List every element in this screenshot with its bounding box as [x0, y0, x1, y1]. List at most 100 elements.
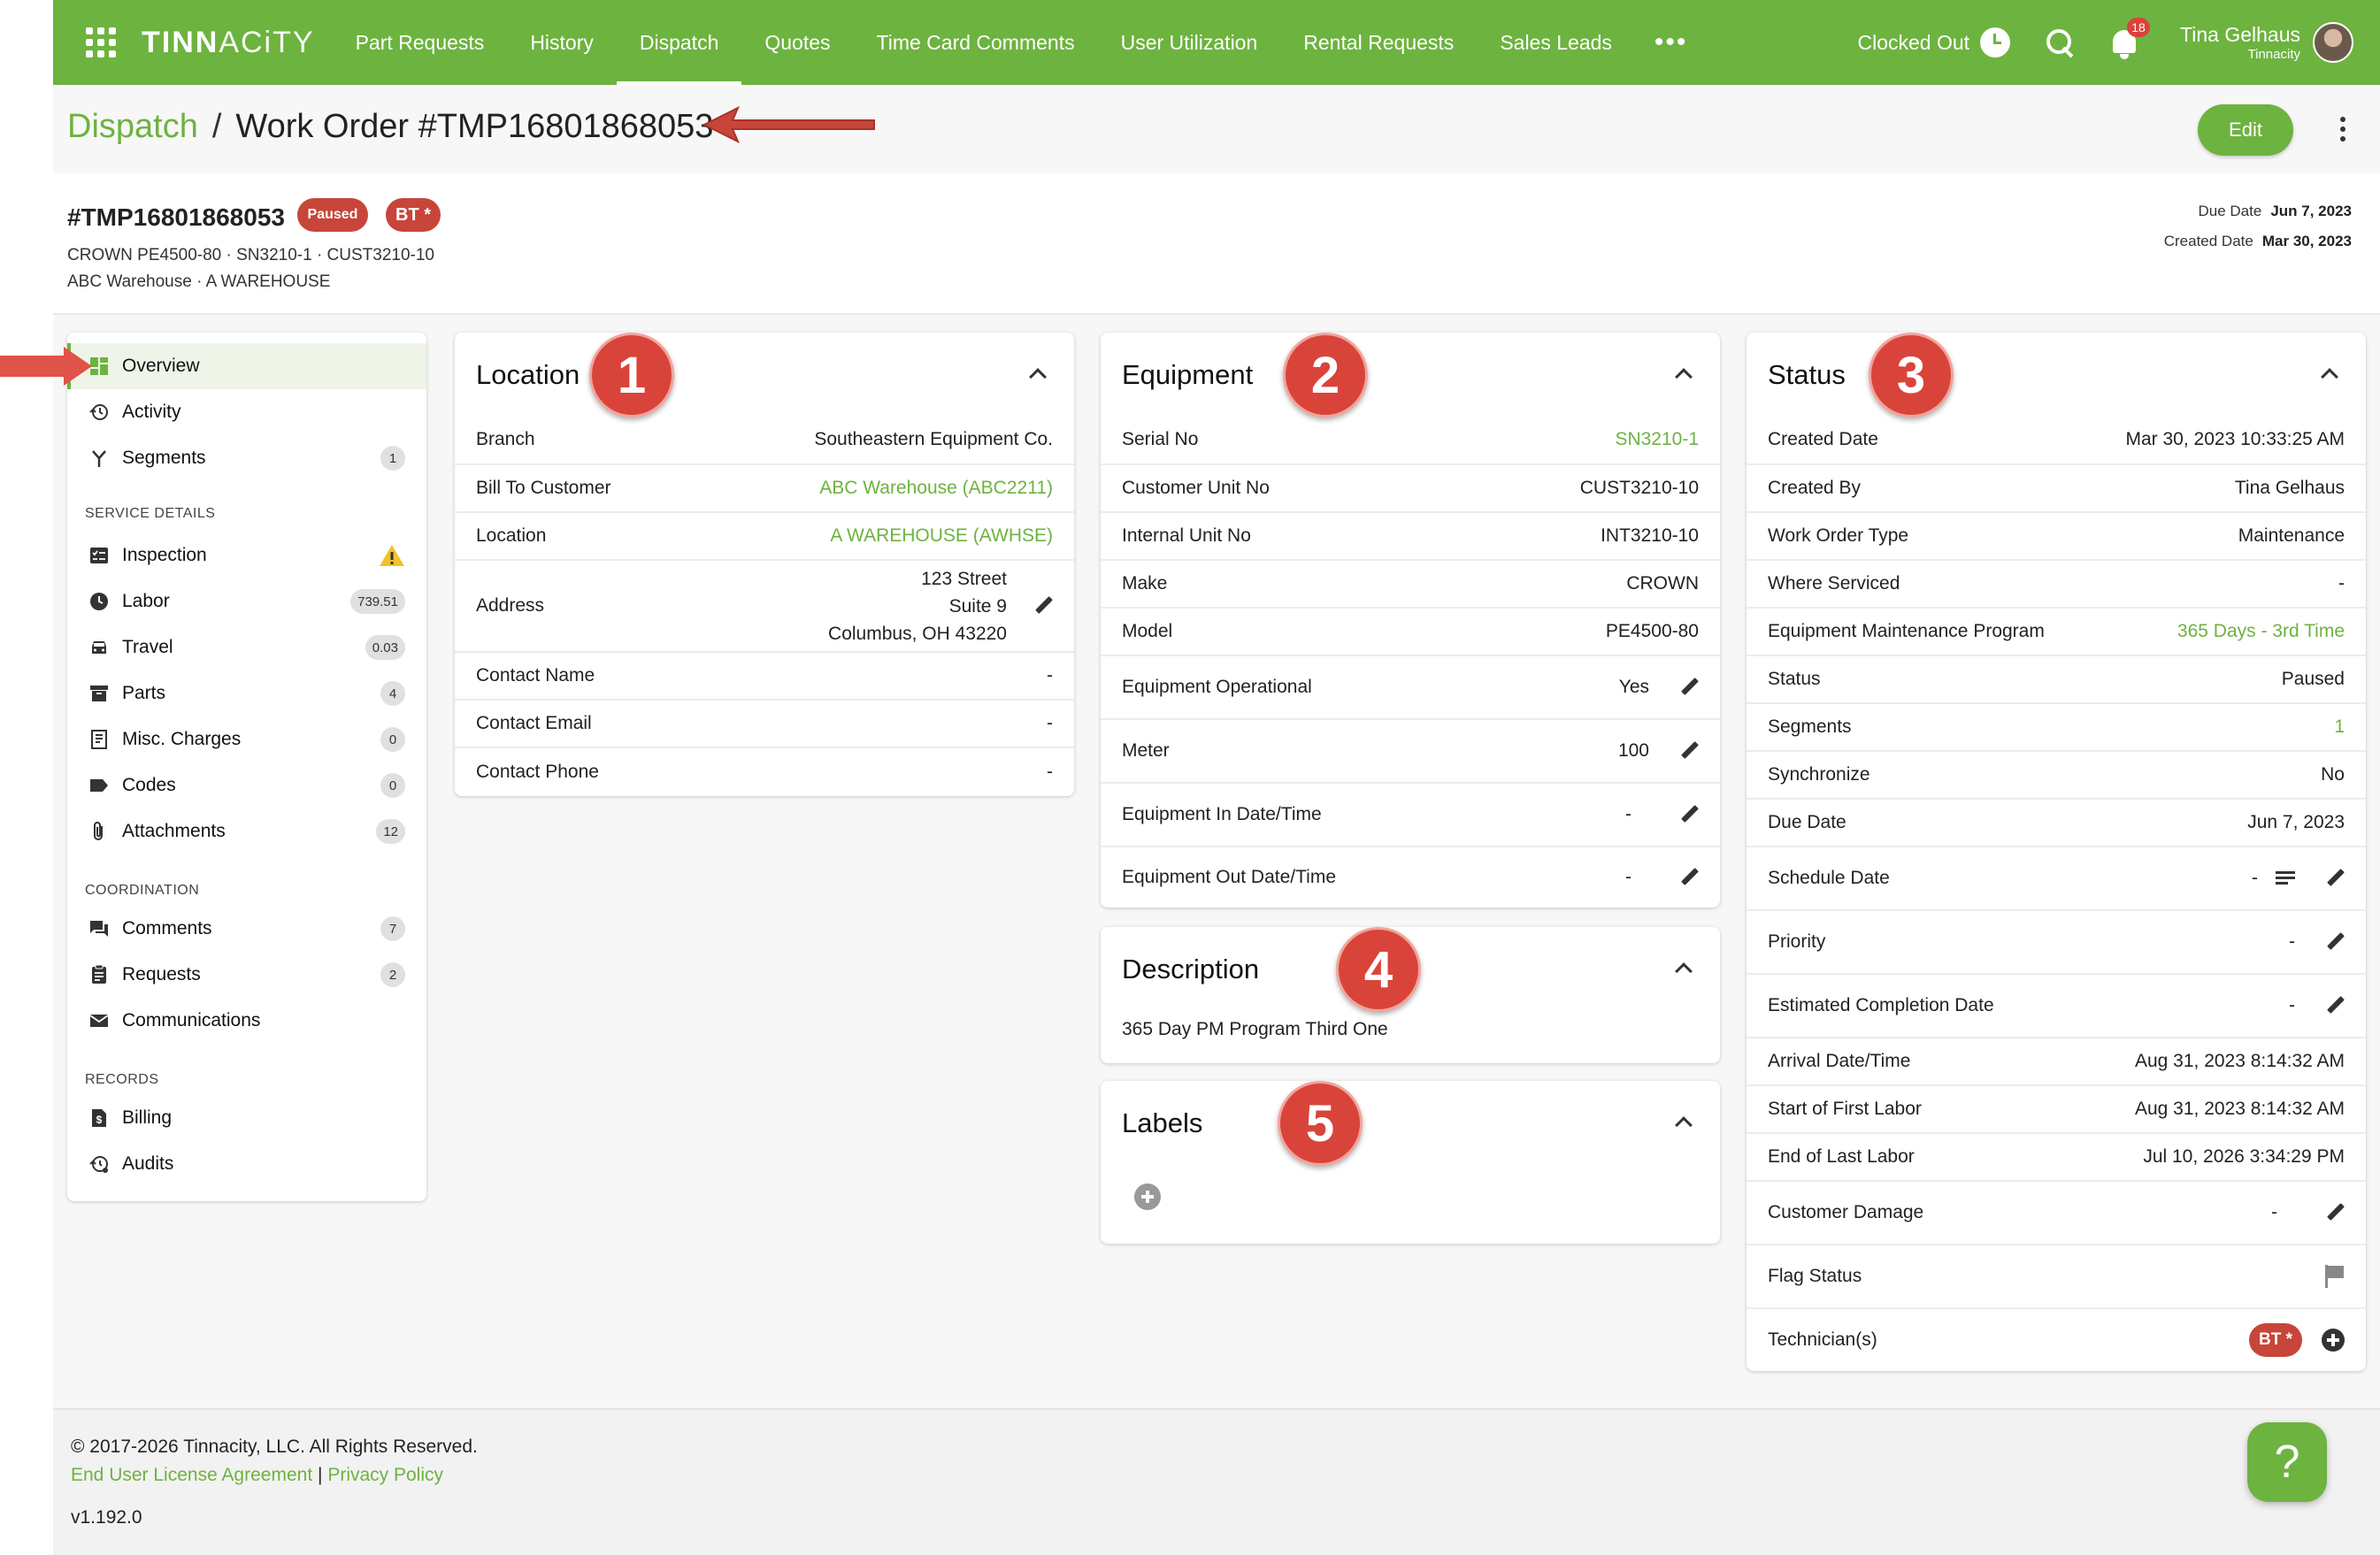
row-label: Priority [1768, 931, 1826, 952]
more-options-icon[interactable] [2332, 111, 2353, 147]
travel-hours-badge: 0.03 [365, 635, 405, 660]
sidebar-item-travel[interactable]: Travel 0.03 [67, 624, 426, 670]
row-label: Estimated Completion Date [1768, 995, 1994, 1015]
app-root: TINNACiTY Part Requests History Dispatch… [53, 0, 2380, 1555]
sidebar-item-attachments[interactable]: Attachments 12 [67, 808, 426, 854]
row-value: Maintenance [2238, 525, 2345, 546]
technician-badge[interactable]: BT * [386, 198, 441, 232]
sidebar-item-misc-charges[interactable]: Misc. Charges 0 [67, 716, 426, 762]
nav-history[interactable]: History [507, 0, 617, 85]
help-button[interactable]: ? [2247, 1422, 2327, 1502]
maintenance-program-link[interactable]: 365 Days - 3rd Time [2177, 621, 2345, 642]
edit-button[interactable]: Edit [2198, 104, 2293, 156]
search-icon[interactable] [2042, 25, 2077, 60]
location-row: Contact Name - [455, 651, 1074, 699]
add-label-icon[interactable] [1134, 1183, 1161, 1210]
footer-links: End User License Agreement | Privacy Pol… [71, 1465, 443, 1486]
sidebar-item-overview[interactable]: Overview [67, 343, 426, 389]
clock-status[interactable]: Clocked Out [1857, 31, 1969, 55]
serial-no-link[interactable]: SN3210-1 [1615, 429, 1699, 450]
add-technician-icon[interactable] [2322, 1329, 2345, 1352]
collapse-chevron-icon[interactable] [2318, 363, 2339, 384]
row-label: Contact Name [476, 665, 595, 686]
annotation-number-badge: 2 [1283, 333, 1368, 417]
app-version: v1.192.0 [71, 1507, 142, 1528]
sidebar-item-audits[interactable]: Audits [67, 1141, 426, 1187]
created-date-label: Created Date [2163, 233, 2253, 249]
collapse-chevron-icon[interactable] [1672, 1111, 1693, 1132]
status-badge: Paused [297, 198, 368, 232]
clock-icon [90, 593, 108, 610]
status-row: Priority - [1747, 909, 2366, 973]
row-label: Synchronize [1768, 764, 1870, 785]
row-value: - [2271, 1202, 2277, 1222]
nav-dispatch[interactable]: Dispatch [616, 0, 742, 85]
collapse-chevron-icon[interactable] [1672, 957, 1693, 978]
annotation-number-badge: 3 [1869, 333, 1954, 417]
row-value: INT3210-10 [1601, 525, 1699, 546]
sidebar-item-billing[interactable]: $ Billing [67, 1095, 426, 1141]
sidebar-item-comments[interactable]: Comments 7 [67, 906, 426, 952]
collapse-chevron-icon[interactable] [1026, 363, 1048, 384]
status-row: Technician(s) BT * [1747, 1307, 2366, 1371]
status-row: Customer Damage - [1747, 1180, 2366, 1244]
edit-pencil-icon[interactable] [2325, 932, 2345, 952]
edit-pencil-icon[interactable] [2325, 1203, 2345, 1222]
flag-icon[interactable] [2323, 1265, 2345, 1288]
sidebar-item-parts[interactable]: Parts 4 [67, 670, 426, 716]
comments-count-badge: 7 [380, 916, 405, 941]
nav-part-requests[interactable]: Part Requests [333, 0, 508, 85]
privacy-policy-link[interactable]: Privacy Policy [327, 1465, 443, 1485]
sidebar-item-communications[interactable]: Communications [67, 998, 426, 1044]
row-value: - [2289, 995, 2295, 1015]
bell-clapper [2120, 54, 2130, 59]
sidebar-item-labor[interactable]: Labor 739.51 [67, 578, 426, 624]
breadcrumb-dispatch-link[interactable]: Dispatch [67, 108, 198, 145]
nav-user-utilization[interactable]: User Utilization [1098, 0, 1281, 85]
collapse-chevron-icon[interactable] [1672, 363, 1693, 384]
equipment-card: Equipment 2 Serial No SN3210-1 Customer U… [1101, 333, 1720, 908]
nav-sales-leads[interactable]: Sales Leads [1477, 0, 1635, 85]
nav-more-button[interactable]: ••• [1635, 0, 1708, 85]
avatar[interactable] [2313, 22, 2353, 63]
row-label: Equipment Operational [1122, 677, 1312, 697]
edit-pencil-icon[interactable] [1679, 678, 1699, 697]
row-label: Branch [476, 429, 535, 449]
status-row: Equipment Maintenance Program 365 Days - … [1747, 607, 2366, 655]
user-menu[interactable]: Tina Gelhaus Tinnacity [2180, 23, 2300, 62]
section-service-details: SERVICE DETAILS [85, 506, 216, 521]
notes-lines-icon[interactable] [2276, 871, 2295, 885]
nav-rental-requests[interactable]: Rental Requests [1280, 0, 1477, 85]
nav-quotes[interactable]: Quotes [741, 0, 853, 85]
address-line-2: Suite 9 [948, 595, 1007, 617]
eula-link[interactable]: End User License Agreement [71, 1465, 312, 1485]
location-link[interactable]: A WAREHOUSE (AWHSE) [830, 525, 1053, 547]
segments-link[interactable]: 1 [2334, 716, 2345, 738]
breadcrumb-separator: / [211, 108, 222, 145]
sidebar-item-codes[interactable]: Codes 0 [67, 762, 426, 808]
row-label: Due Date [1768, 812, 1846, 832]
clock-icon[interactable] [1980, 27, 2011, 57]
technician-badge[interactable]: BT * [2249, 1323, 2302, 1357]
edit-pencil-icon[interactable] [1679, 741, 1699, 761]
apps-grid-icon[interactable] [83, 25, 119, 60]
bill-to-customer-link[interactable]: ABC Warehouse (ABC2211) [819, 478, 1053, 499]
notifications-button[interactable]: 18 [2106, 18, 2151, 60]
sidebar-item-label: Billing [122, 1107, 173, 1128]
location-card: Location 1 Branch Southeastern Equipment … [455, 333, 1074, 796]
equipment-card-title: Equipment [1122, 359, 1254, 390]
sidebar-item-activity[interactable]: Activity [67, 389, 426, 435]
sidebar-item-inspection[interactable]: Inspection [67, 532, 426, 578]
annotation-arrow-icon [0, 347, 92, 386]
misc-charges-count-badge: 0 [380, 727, 405, 752]
sidebar-item-segments[interactable]: Segments 1 [67, 435, 426, 481]
address-line-1: 123 Street [921, 568, 1007, 589]
edit-pencil-icon[interactable] [1033, 596, 1053, 616]
sidebar-item-requests[interactable]: Requests 2 [67, 952, 426, 998]
edit-pencil-icon[interactable] [1679, 805, 1699, 824]
edit-pencil-icon[interactable] [2325, 869, 2345, 888]
tinnacity-logo[interactable]: TINNACiTY [142, 26, 315, 60]
nav-time-card-comments[interactable]: Time Card Comments [854, 0, 1098, 85]
edit-pencil-icon[interactable] [2325, 996, 2345, 1015]
edit-pencil-icon[interactable] [1679, 868, 1699, 887]
